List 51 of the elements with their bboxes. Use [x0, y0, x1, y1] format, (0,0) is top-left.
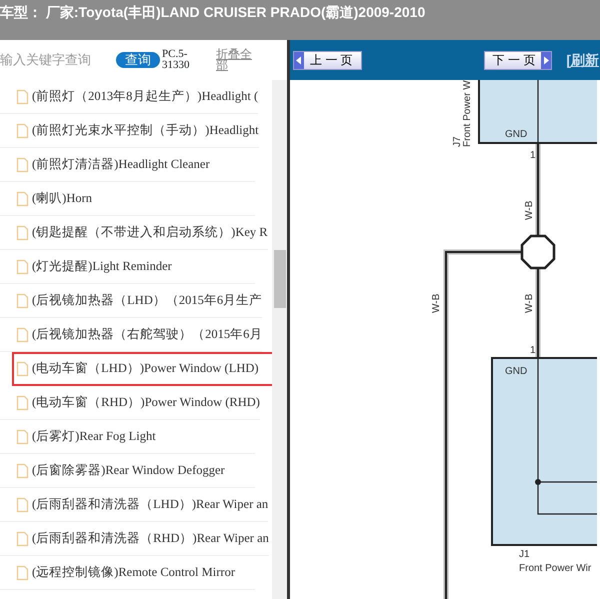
wire-label: W-B — [524, 200, 535, 220]
tree-item[interactable]: (电动车窗（LHD）)Power Window (LHD) — [12, 352, 272, 386]
pin-label: GND — [505, 366, 528, 377]
connector-code: J1 — [519, 549, 530, 560]
tree-item[interactable]: (灯光提醒)Light Reminder — [0, 250, 255, 284]
pin-number: 1 — [530, 345, 536, 356]
tree-item[interactable]: (喇叭)Horn — [0, 182, 255, 216]
document-icon — [16, 258, 29, 274]
document-icon — [16, 190, 29, 206]
collapse-all-link[interactable]: 折叠全部 — [216, 49, 256, 71]
tree-item[interactable]: (后雾灯)Rear Fog Light — [0, 420, 255, 454]
document-icon — [16, 224, 29, 240]
pin-label: GND — [505, 129, 528, 140]
document-icon — [16, 360, 29, 376]
document-icon — [16, 462, 29, 478]
document-icon — [16, 564, 29, 580]
scroll-thumb[interactable] — [274, 250, 286, 308]
document-icon — [16, 394, 29, 410]
tree-item[interactable]: (后窗除雾器)Rear Window Defogger — [0, 454, 255, 488]
tree-item[interactable]: (钥匙提醒（不带进入和启动系统）)Key R — [0, 216, 268, 250]
document-icon — [16, 156, 29, 172]
tree-item[interactable]: (远程控制镜像)Remote Control Mirror — [0, 556, 255, 590]
connector-name: Front Power Wir — [519, 563, 592, 574]
tree-item[interactable]: (前照灯清洁器)Headlight Cleaner — [0, 148, 255, 182]
splice-icon — [520, 234, 556, 270]
vehicle-title: 车型： 厂家:Toyota(丰田)LAND CRUISER PRADO(霸道)2009-2010 — [0, 4, 426, 20]
connector-code: J7 — [452, 136, 463, 147]
connector-name: Front Power W — [462, 80, 473, 147]
tree-item[interactable]: (后雨刮器和清洗器（RHD）)Rear Wiper an — [0, 522, 269, 556]
document-icon — [16, 496, 29, 512]
tree-item[interactable]: (前照灯（2013年8月起生产）)Headlight ( — [0, 80, 258, 114]
wire-label: W-B — [431, 294, 442, 313]
document-icon — [16, 530, 29, 546]
next-page-button[interactable]: 下 一 页 — [484, 50, 552, 70]
document-icon — [16, 292, 29, 308]
tree-item[interactable]: (后视镜加热器（右舵驾驶）（2015年6月 — [0, 318, 262, 352]
part-code: PC.5-31330 — [162, 49, 190, 71]
tree-item[interactable]: (前照灯光束水平控制（手动）)Headlight — [0, 114, 259, 148]
tree-item[interactable]: (电动车窗（RHD）)Power Window (RHD) — [0, 386, 260, 420]
document-icon — [16, 88, 29, 104]
document-icon — [16, 122, 29, 138]
tree-item[interactable]: (后视镜加热器（LHD）（2015年6月生产 — [0, 284, 262, 318]
tree-item[interactable]: (后雨刮器和清洗器（LHD）)Rear Wiper an — [0, 488, 268, 522]
document-icon — [16, 428, 29, 444]
document-icon — [16, 326, 29, 342]
wire-label: W-B — [524, 294, 535, 313]
previous-page-button[interactable]: 上 一 页 — [293, 50, 362, 70]
search-button[interactable]: 查询 — [116, 52, 160, 68]
pin-number: 1 — [530, 150, 536, 161]
refresh-link[interactable]: [刷新 — [566, 50, 600, 70]
scrollbar[interactable] — [272, 80, 287, 599]
